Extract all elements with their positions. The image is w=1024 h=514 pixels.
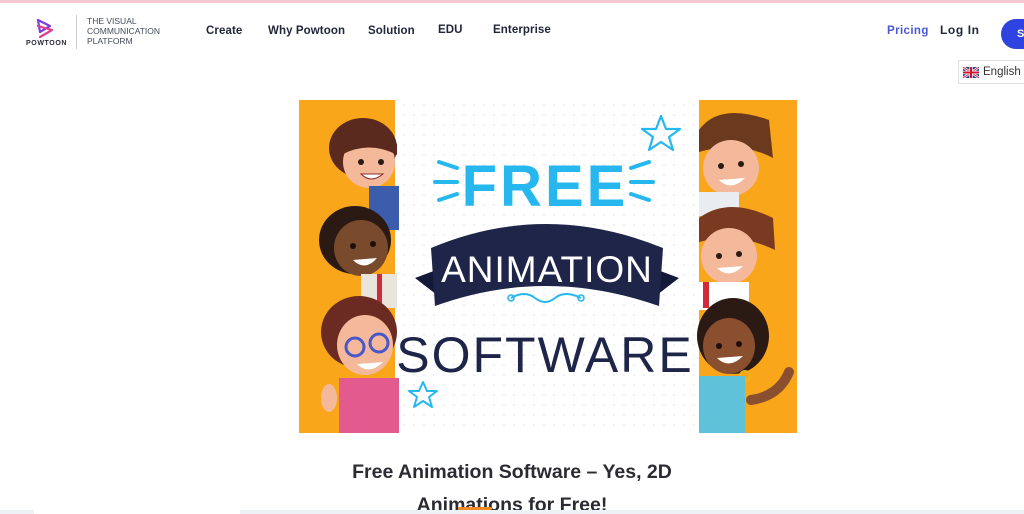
top-navbar: POWTOON THE VISUAL COMMUNICATION PLATFOR… [0, 3, 1024, 61]
nav-edu[interactable]: EDU [438, 24, 463, 36]
hero-word-animation: ANIMATION [441, 249, 653, 290]
tagline-line: PLATFORM [87, 36, 133, 46]
bottom-card-edge [34, 510, 240, 514]
nav-why-powtoon[interactable]: Why Powtoon [268, 25, 345, 37]
tagline-line: COMMUNICATION [87, 26, 161, 36]
nav-pricing[interactable]: Pricing [887, 25, 929, 37]
login-link[interactable]: Log In [940, 23, 980, 37]
signup-button[interactable]: Sign Up [1001, 19, 1024, 49]
nav-solution[interactable]: Solution [368, 25, 415, 37]
page-headline: Free Animation Software – Yes, 2D Animat… [0, 456, 1024, 514]
logo-wordmark: POWTOON [26, 40, 68, 47]
brand-tagline: THE VISUAL COMMUNICATION PLATFORM [87, 16, 177, 46]
hero-word-software: SOFTWARE [396, 327, 693, 383]
nav-create[interactable]: Create [206, 25, 242, 37]
headline-line: Free Animation Software – Yes, 2D [352, 461, 672, 483]
logo-divider [76, 15, 77, 49]
uk-flag-icon [963, 66, 979, 78]
tagline-line: THE VISUAL [87, 16, 137, 26]
hero-illustration: FREE ANIMATION SOFTWARE [299, 100, 797, 433]
nav-enterprise[interactable]: Enterprise [493, 24, 551, 36]
hero-word-free: FREE [462, 154, 629, 219]
language-label: English [983, 66, 1021, 78]
language-selector[interactable]: English [958, 60, 1024, 84]
hero-artwork: FREE ANIMATION SOFTWARE [299, 100, 797, 433]
